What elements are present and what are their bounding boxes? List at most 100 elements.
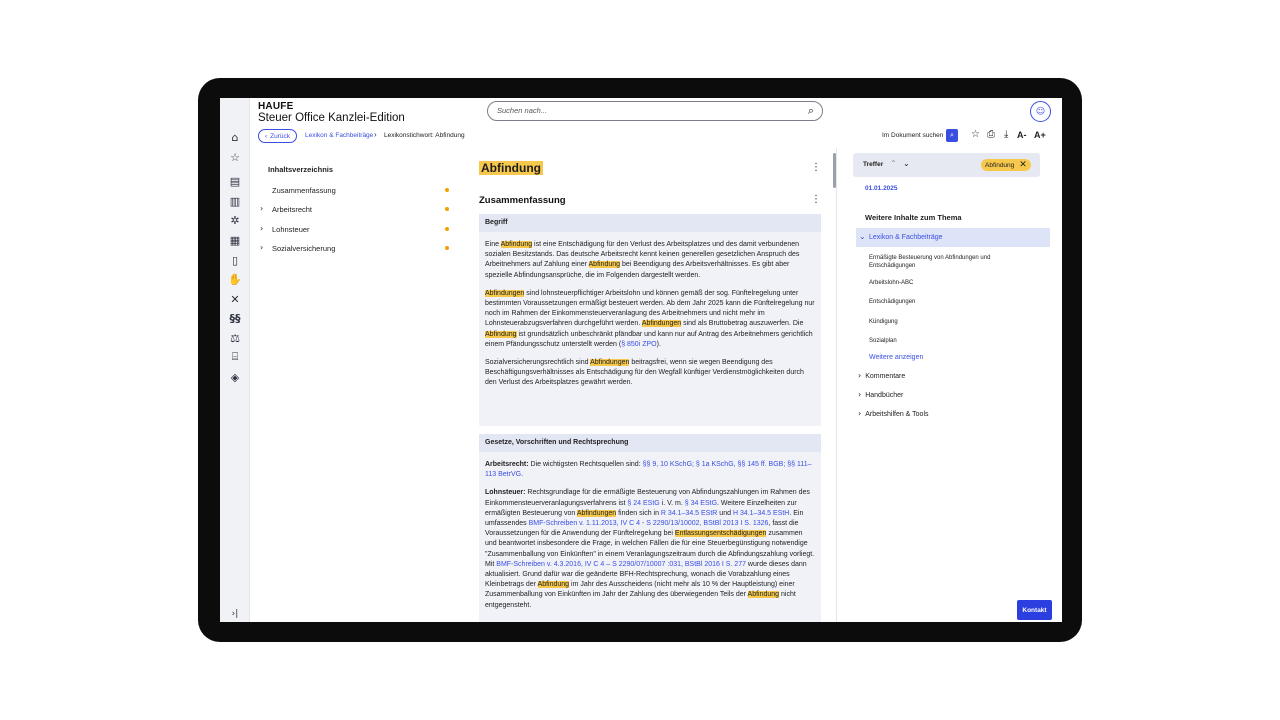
back-button[interactable]: ‹ Zurück — [258, 129, 298, 143]
hit-marker-dot — [445, 207, 449, 211]
accordion-arbeitshilfen[interactable]: › Arbeitshilfen & Tools — [858, 409, 929, 418]
hits-bar: Treffer ⌃ ⌄ Abfindung ✕ — [853, 153, 1040, 177]
document-check-icon[interactable]: ▤ — [227, 174, 243, 188]
network-icon[interactable]: ✲ — [227, 213, 243, 227]
paragraph: Sozialversicherungsrechtlich sind Abfind… — [485, 359, 804, 387]
brand-logo: HAUFE — [258, 101, 294, 112]
toc-item-label: Arbeitsrecht — [272, 205, 313, 214]
book-icon[interactable]: ▥ — [227, 194, 243, 208]
law-link[interactable]: H 34.1–34.5 EStH — [733, 510, 789, 517]
paragraph-icon[interactable]: §§ — [227, 311, 243, 325]
chevron-right-icon: › — [260, 204, 264, 213]
card-gesetze: Gesetze, Vorschriften und Rechtsprechung… — [479, 434, 821, 622]
toc-item-label: Lohnsteuer — [272, 225, 310, 234]
related-link[interactable]: Ermäßigte Besteuerung von Abfindungen un… — [869, 254, 1019, 270]
related-link[interactable]: Arbeitslohn-ABC — [869, 279, 1019, 287]
related-link[interactable]: Entschädigungen — [869, 298, 1019, 306]
chevron-right-icon: › — [260, 224, 264, 233]
hit-marker-dot — [445, 227, 449, 231]
law-link[interactable]: § 34 EStG — [685, 500, 717, 507]
download-icon[interactable]: ⤓ — [1004, 129, 1008, 140]
document-title: Abfindung — [479, 161, 543, 175]
panel-divider — [836, 148, 837, 622]
close-icon[interactable]: ✕ — [1019, 160, 1027, 170]
search-input[interactable]: Suchen nach... ⌕ — [487, 101, 823, 121]
paragraph: Abfindungen sind lohnsteuerpflichtiger A… — [485, 289, 815, 348]
graduation-cap-icon[interactable]: ◈ — [227, 370, 243, 384]
breadcrumb-parent-link[interactable]: Lexikon & Fachbeiträge — [305, 132, 373, 139]
font-larger-button[interactable]: A+ — [1034, 130, 1046, 140]
search-term-chip: Abfindung ✕ — [981, 159, 1031, 171]
more-options-icon[interactable]: ⋮ — [811, 162, 821, 173]
home-icon[interactable]: ⌂ — [227, 130, 243, 144]
book-open-icon[interactable]: ▯ — [227, 253, 243, 267]
chevron-up-icon[interactable]: ⌃ — [890, 159, 897, 168]
toc-item-label: Zusammenfassung — [272, 186, 336, 195]
toc-item-arbeitsrecht[interactable]: › Arbeitsrecht — [260, 204, 450, 216]
toc-item-zusammenfassung[interactable]: Zusammenfassung — [260, 185, 450, 197]
section-more-options-icon[interactable]: ⋮ — [811, 194, 821, 205]
print-icon[interactable]: ⎙ — [987, 129, 995, 140]
hand-money-icon[interactable]: ✋ — [227, 272, 243, 286]
chevron-right-icon: › — [858, 409, 862, 418]
toc-item-label: Sozialversicherung — [272, 244, 336, 253]
chevron-down-icon: ⌄ — [859, 232, 866, 241]
hit-marker-dot — [445, 188, 449, 192]
card-heading: Gesetze, Vorschriften und Rechtsprechung — [479, 434, 821, 452]
newspaper-icon[interactable]: ▦ — [227, 233, 243, 247]
section-title: Zusammenfassung — [479, 195, 566, 206]
card-body: Eine Abfindung ist eine Entschädigung fü… — [479, 232, 821, 389]
chevron-down-icon[interactable]: ⌄ — [903, 159, 910, 168]
doc-search-icon[interactable]: ⌕ — [946, 129, 958, 142]
related-content-title: Weitere Inhalte zum Thema — [865, 213, 962, 222]
search-term: Abfindung — [985, 161, 1015, 169]
bank-icon[interactable]: ⌸ — [227, 350, 243, 364]
font-smaller-button[interactable]: A- — [1017, 130, 1027, 140]
hit-marker-dot — [445, 246, 449, 250]
chevron-right-icon: › — [858, 390, 862, 399]
law-link[interactable]: BMF-Schreiben v. 1.11.2013, IV C 4 - S 2… — [529, 520, 769, 527]
chevron-right-icon: › — [260, 243, 264, 252]
law-link[interactable]: § 850i ZPO — [621, 341, 656, 348]
card-begriff: Begriff Eine Abfindung ist eine Entschäd… — [479, 214, 821, 426]
breadcrumb-current: Lexikonstichwort: Abfindung — [384, 132, 465, 139]
scales-icon[interactable]: ⚖ — [227, 331, 243, 345]
back-button-label: Zurück — [270, 132, 291, 140]
toc-title: Inhaltsverzeichnis — [268, 165, 334, 174]
toc-item-lohnsteuer[interactable]: › Lohnsteuer — [260, 224, 450, 236]
app-screen: ⌂ ☆ ▤ ▥ ✲ ▦ ▯ ✋ ✕ §§ ⚖ ⌸ ◈ ›| HAUFE Steu… — [220, 98, 1062, 622]
paragraph: Eine Abfindung ist eine Entschädigung fü… — [485, 241, 800, 279]
related-link[interactable]: Sozialplan — [869, 337, 1019, 345]
paragraph: Arbeitsrecht: Die wichtigsten Rechtsquel… — [485, 461, 812, 479]
show-more-link[interactable]: Weitere anzeigen — [869, 354, 923, 361]
law-link[interactable]: § 24 EStG — [627, 500, 659, 507]
law-link[interactable]: R 34.1–34.5 EStR — [661, 510, 717, 517]
accordion-label: Lexikon & Fachbeiträge — [869, 234, 943, 241]
device-frame: ⌂ ☆ ▤ ▥ ✲ ▦ ▯ ✋ ✕ §§ ⚖ ⌸ ◈ ›| HAUFE Steu… — [198, 78, 1082, 642]
tools-icon[interactable]: ✕ — [227, 292, 243, 306]
chevron-right-icon: › — [374, 130, 377, 139]
document-date: 01.01.2025 — [865, 185, 898, 192]
star-icon[interactable]: ☆ — [227, 150, 243, 164]
search-placeholder: Suchen nach... — [497, 106, 548, 115]
related-link[interactable]: Kündigung — [869, 318, 1019, 326]
accordion-handbuecher[interactable]: › Handbücher — [858, 390, 903, 399]
card-body: Arbeitsrecht: Die wichtigsten Rechtsquel… — [479, 452, 821, 611]
bookmark-star-icon[interactable]: ☆ — [971, 129, 980, 140]
card-heading: Begriff — [479, 214, 821, 232]
paragraph: Lohnsteuer: Rechtsgrundlage für die ermä… — [485, 489, 815, 609]
contact-button[interactable]: Kontakt — [1017, 600, 1052, 620]
accordion-kommentare[interactable]: › Kommentare — [858, 371, 905, 380]
accordion-lexikon[interactable]: ⌄ Lexikon & Fachbeiträge — [856, 228, 1050, 247]
left-rail: ⌂ ☆ ▤ ▥ ✲ ▦ ▯ ✋ ✕ §§ ⚖ ⌸ ◈ ›| — [220, 98, 250, 622]
chevron-right-icon: › — [858, 371, 862, 380]
document-scrollbar[interactable] — [833, 153, 836, 188]
hits-label: Treffer — [863, 161, 884, 168]
doc-search-label[interactable]: Im Dokument suchen — [882, 132, 943, 139]
law-link[interactable]: BMF-Schreiben v. 4.3.2016, IV C 4 – S 22… — [496, 561, 746, 568]
search-icon[interactable]: ⌕ — [808, 104, 814, 118]
user-account-icon[interactable]: ☺ — [1030, 101, 1051, 122]
chevron-left-icon: ‹ — [265, 132, 268, 140]
toc-item-sozialversicherung[interactable]: › Sozialversicherung — [260, 243, 450, 255]
expand-panel-icon[interactable]: ›| — [227, 607, 243, 621]
